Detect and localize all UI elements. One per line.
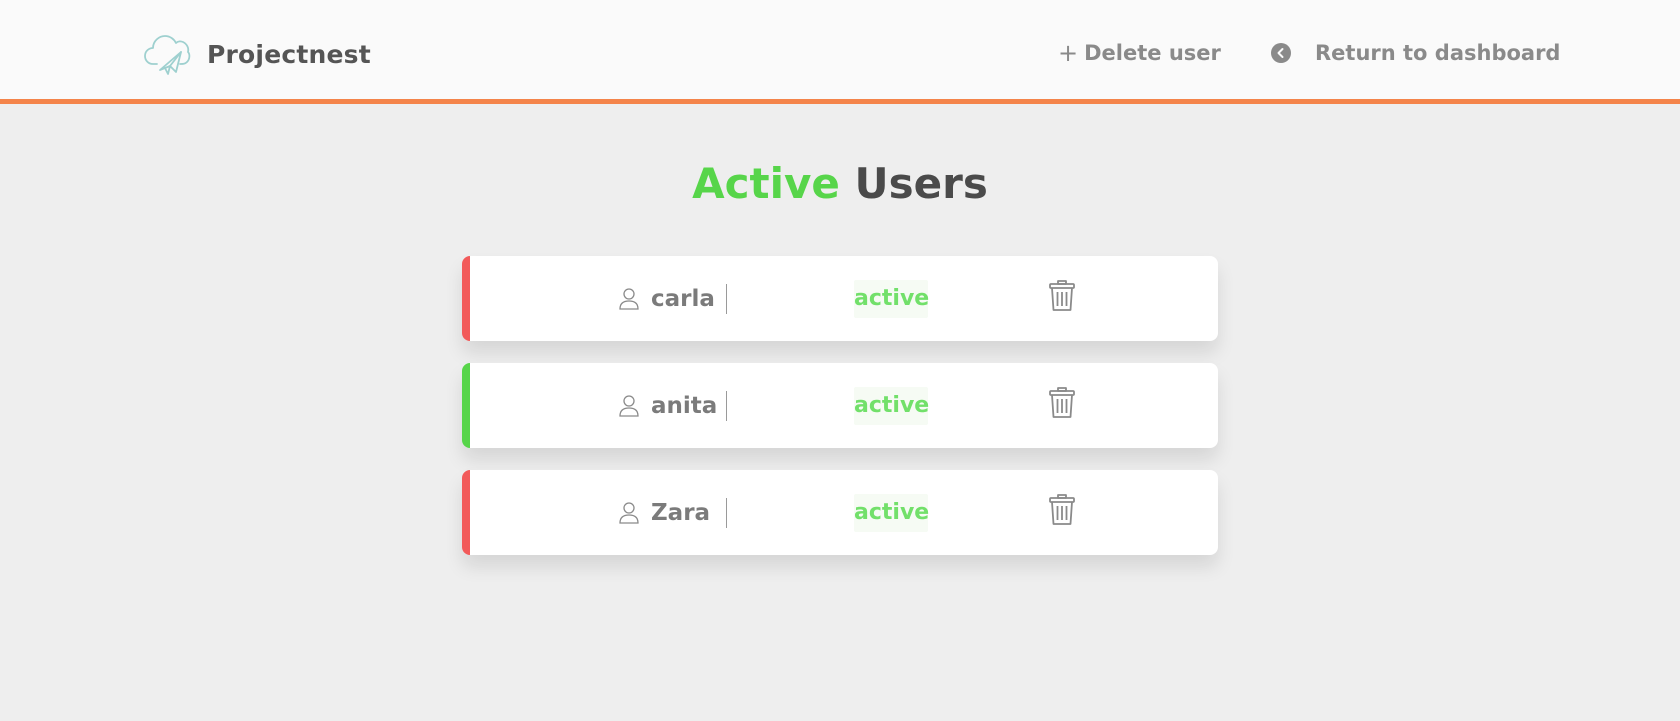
user-name: anita (651, 393, 718, 419)
delete-user-label: Delete user (1084, 41, 1221, 65)
cloud-paper-plane-icon (144, 35, 191, 75)
trash-icon (1049, 280, 1075, 311)
divider (726, 498, 727, 528)
page-title: Active Users (0, 155, 1680, 213)
chevron-left-circle-icon (1271, 43, 1291, 63)
divider (726, 391, 727, 421)
trash-icon (1049, 494, 1075, 525)
return-to-dashboard-label: Return to dashboard (1315, 41, 1561, 65)
user-info: anita (619, 391, 717, 421)
user-info: carla (619, 284, 715, 314)
status-badge: active (854, 387, 929, 425)
page-title-rest: Users (854, 159, 988, 208)
plus-icon: + (1058, 39, 1079, 67)
top-navbar: Projectnest + Delete user Return to dash… (0, 0, 1680, 104)
status-badge: active (854, 280, 929, 318)
brand-name: Projectnest (207, 39, 371, 69)
user-list: carla active anita active Zara active (462, 256, 1218, 577)
delete-user-link[interactable]: + Delete user (1058, 38, 1221, 68)
status-badge: active (854, 494, 929, 532)
delete-user-button[interactable] (1048, 280, 1076, 312)
divider (726, 284, 727, 314)
user-card: Zara active (462, 470, 1218, 555)
trash-icon (1049, 387, 1075, 418)
page-title-accent: Active (692, 159, 840, 208)
person-icon (619, 395, 639, 417)
return-to-dashboard-link[interactable]: Return to dashboard (1271, 38, 1560, 68)
user-card: anita active (462, 363, 1218, 448)
user-name: Zara (651, 500, 711, 526)
user-info: Zara (619, 498, 710, 528)
user-card: carla active (462, 256, 1218, 341)
person-icon (619, 502, 639, 524)
brand[interactable]: Projectnest (143, 30, 371, 78)
user-name: carla (651, 286, 715, 312)
delete-user-button[interactable] (1048, 387, 1076, 419)
person-icon (619, 288, 639, 310)
delete-user-button[interactable] (1048, 494, 1076, 526)
